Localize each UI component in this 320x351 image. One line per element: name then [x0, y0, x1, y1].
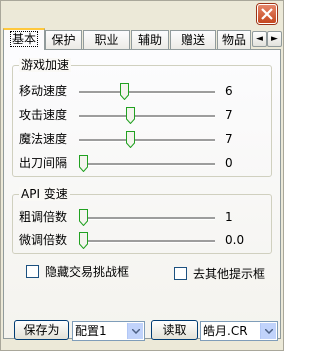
close-button[interactable] [257, 4, 277, 24]
slider-thumb[interactable] [79, 232, 88, 249]
group-game-speed-title: 游戏加速 [19, 58, 72, 72]
tab-protect[interactable]: 保护 [45, 30, 82, 49]
tab-assist[interactable]: 辅助 [131, 30, 169, 49]
chevron-down-icon [265, 329, 273, 334]
slider-thumb[interactable] [119, 83, 129, 100]
tab-items-label: 物品 [221, 33, 246, 47]
file-select-value: 皓月.CR [203, 324, 248, 338]
row-move-speed: 移动速度 6 [13, 81, 271, 103]
attack-speed-value: 7 [225, 108, 233, 122]
move-speed-value: 6 [225, 84, 233, 98]
move-speed-slider[interactable] [79, 83, 215, 101]
attack-speed-slider[interactable] [79, 107, 215, 125]
tab-assist-label: 辅助 [137, 33, 162, 47]
tab-panel: 游戏加速 移动速度 6 攻击速度 7 魔法速度 7 出刀间隔 0 API 变速 … [3, 49, 281, 341]
row-magic-speed: 魔法速度 7 [13, 129, 271, 151]
group-api-speed: API 变速 粗调倍数 1 微调倍数 0.0 [12, 187, 272, 254]
tab-gift[interactable]: 赠送 [170, 30, 216, 49]
move-speed-label: 移动速度 [19, 84, 68, 98]
coarse-multiplier-label: 粗调倍数 [19, 210, 68, 224]
tab-class[interactable]: 职业 [83, 30, 130, 49]
file-select[interactable]: 皓月.CR [200, 321, 278, 341]
row-fine-multiplier: 微调倍数 0.0 [13, 230, 271, 252]
config-select-value: 配置1 [75, 324, 107, 338]
dropdown-button[interactable] [260, 323, 276, 339]
slider-thumb[interactable] [126, 131, 136, 148]
fine-multiplier-value: 0.0 [225, 233, 245, 247]
tab-class-label: 职业 [94, 33, 119, 47]
tab-strip: 基本 保护 职业 辅助 赠送 物品 ◄ ► [3, 28, 283, 50]
dialog-window: 游戏加速 移动速度 6 攻击速度 7 魔法速度 7 出刀间隔 0 API 变速 … [0, 0, 284, 351]
save-as-button[interactable]: 保存为 [14, 320, 69, 340]
hide-trade-label: 隐藏交易挑战框 [45, 265, 130, 279]
tab-gift-label: 赠送 [180, 33, 205, 47]
magic-speed-label: 魔法速度 [19, 132, 68, 146]
config-select[interactable]: 配置1 [72, 321, 145, 341]
dropdown-button[interactable] [127, 323, 143, 339]
arrow-left-icon: ◄ [256, 34, 263, 44]
magic-speed-slider[interactable] [79, 131, 215, 149]
checkbox-box[interactable] [26, 265, 39, 278]
title-bar [1, 1, 283, 27]
attack-interval-label: 出刀间隔 [19, 156, 68, 170]
group-api-speed-title: API 变速 [19, 187, 70, 201]
tab-scroll-right-button[interactable]: ► [267, 31, 282, 47]
tab-basic-label: 基本 [9, 31, 38, 47]
tab-basic[interactable]: 基本 [3, 28, 45, 50]
slider-thumb[interactable] [79, 155, 88, 172]
coarse-multiplier-value: 1 [225, 210, 233, 224]
fine-multiplier-label: 微调倍数 [19, 233, 68, 247]
fine-multiplier-slider[interactable] [79, 232, 215, 250]
row-attack-interval: 出刀间隔 0 [13, 153, 271, 175]
attack-speed-label: 攻击速度 [19, 108, 68, 122]
checkbox-box[interactable] [174, 267, 187, 280]
slider-thumb[interactable] [126, 107, 136, 124]
close-icon [261, 8, 273, 20]
arrow-right-icon: ► [271, 34, 278, 44]
read-button[interactable]: 读取 [151, 320, 198, 340]
row-coarse-multiplier: 粗调倍数 1 [13, 207, 271, 229]
remove-prompts-checkbox[interactable]: 去其他提示框 [174, 267, 265, 281]
hide-trade-checkbox[interactable]: 隐藏交易挑战框 [26, 265, 129, 279]
slider-thumb[interactable] [79, 209, 88, 226]
tab-items[interactable]: 物品 [217, 30, 251, 49]
coarse-multiplier-slider[interactable] [79, 209, 215, 227]
attack-interval-value: 0 [225, 156, 233, 170]
attack-interval-slider[interactable] [79, 155, 215, 173]
chevron-down-icon [132, 329, 140, 334]
tab-protect-label: 保护 [51, 33, 76, 47]
group-game-speed: 游戏加速 移动速度 6 攻击速度 7 魔法速度 7 出刀间隔 0 [12, 58, 272, 177]
tab-scroll-left-button[interactable]: ◄ [252, 31, 267, 47]
remove-prompts-label: 去其他提示框 [193, 267, 266, 281]
row-attack-speed: 攻击速度 7 [13, 105, 271, 127]
magic-speed-value: 7 [225, 132, 233, 146]
